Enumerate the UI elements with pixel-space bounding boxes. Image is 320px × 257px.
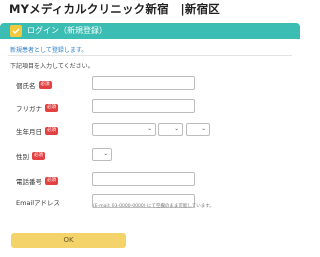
- birth-month-select[interactable]: ⌄: [158, 123, 183, 136]
- email-label: Emailアドレス: [16, 199, 61, 207]
- chevron-down-icon: ⌄: [147, 126, 152, 132]
- name-input[interactable]: [92, 76, 195, 90]
- kana-label-row: フリガナ 必須: [16, 103, 58, 113]
- kana-label: フリガナ: [16, 105, 42, 113]
- name-label-row: 個氏名 必須: [16, 80, 52, 90]
- phone-input[interactable]: [92, 172, 195, 186]
- required-badge: 必須: [32, 152, 45, 160]
- divider: [8, 55, 292, 56]
- phone-label: 電話番号: [16, 178, 42, 186]
- name-label: 個氏名: [16, 82, 36, 90]
- chevron-down-icon: ⌄: [201, 126, 206, 132]
- required-badge: 必須: [45, 177, 58, 185]
- gender-label: 性別: [16, 153, 29, 161]
- ok-button[interactable]: OK: [11, 233, 126, 248]
- instruction-text: 下記項目を入力してください。: [10, 63, 94, 70]
- chevron-down-icon: ⌄: [103, 151, 108, 157]
- panel-title: ログイン（新規登録）: [27, 26, 107, 35]
- gender-select[interactable]: ⌄: [92, 148, 112, 161]
- birth-year-select[interactable]: ⌄: [92, 123, 156, 136]
- panel-header: ログイン（新規登録）: [0, 23, 300, 39]
- birthdate-label-row: 生年月日 必須: [16, 126, 58, 136]
- required-badge: 必須: [45, 127, 58, 135]
- chevron-down-icon: ⌄: [174, 126, 179, 132]
- email-label-row: Emailアドレス: [16, 197, 60, 207]
- phone-label-row: 電話番号 必須: [16, 176, 58, 186]
- registration-panel: ログイン（新規登録） 新規患者として登録します。 下記項目を入力してください。 …: [0, 23, 300, 257]
- gender-label-row: 性別 必須: [16, 151, 45, 161]
- required-badge: 必須: [45, 104, 58, 112]
- panel-subtitle: 新規患者として登録します。: [10, 47, 88, 54]
- birthdate-label: 生年月日: [16, 128, 42, 136]
- email-hint: (E-mail: 03-0000-0000) にて空欄のまま可能しています。: [93, 204, 214, 209]
- check-icon: [10, 25, 22, 37]
- kana-input[interactable]: [92, 99, 195, 113]
- required-badge: 必須: [38, 81, 52, 89]
- site-title: MYメディカルクリニック新宿 |新宿区: [9, 2, 220, 16]
- birth-day-select[interactable]: ⌄: [186, 123, 210, 136]
